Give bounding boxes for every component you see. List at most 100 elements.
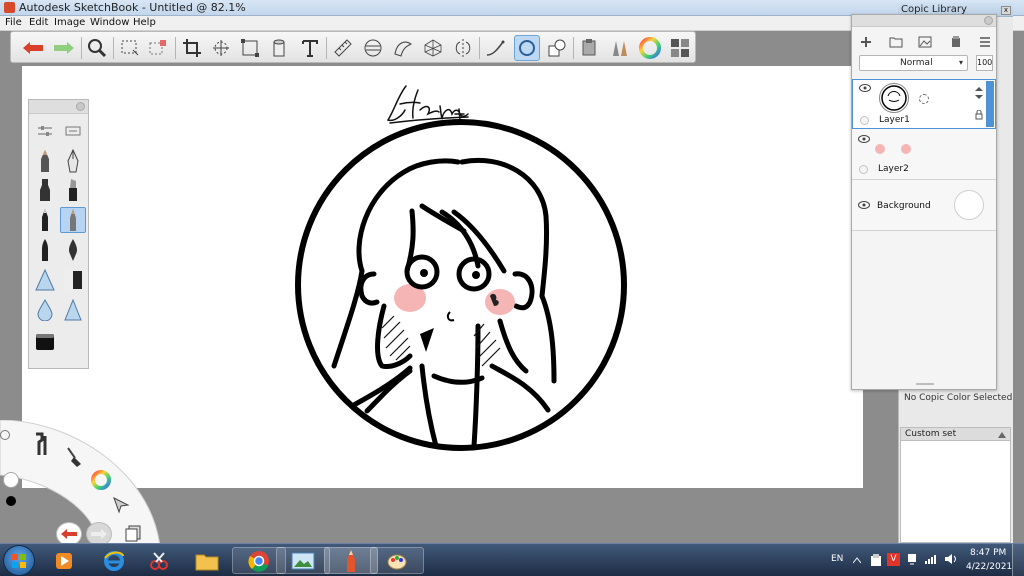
layer-editor-header[interactable] xyxy=(852,15,996,27)
lagoon-settings-icon[interactable] xyxy=(0,430,10,440)
airbrush-icon[interactable] xyxy=(32,267,58,293)
palette-icon[interactable] xyxy=(667,35,693,61)
eye-icon[interactable] xyxy=(858,201,870,209)
zoom-icon[interactable] xyxy=(84,35,110,61)
custom-set-label: Custom set xyxy=(905,429,957,439)
brush-palette-header[interactable] xyxy=(29,100,88,114)
ink-pen-icon[interactable] xyxy=(60,148,86,174)
move-layer-icon[interactable] xyxy=(974,86,984,103)
text-icon[interactable] xyxy=(297,35,323,61)
move-icon[interactable] xyxy=(208,35,234,61)
start-button[interactable] xyxy=(3,545,35,576)
language-indicator[interactable]: EN xyxy=(831,554,843,564)
ballpoint-icon[interactable] xyxy=(32,207,58,233)
windows-taskbar: EN V 8:47 PM 4/22/2021 xyxy=(0,543,1024,576)
copic-library-icon[interactable] xyxy=(577,35,603,61)
menu-help[interactable]: Help xyxy=(133,17,156,28)
brush-pen-icon[interactable] xyxy=(32,237,58,263)
layer-select-radio[interactable] xyxy=(860,116,869,125)
paint-icon[interactable] xyxy=(370,547,424,574)
file-explorer-icon[interactable] xyxy=(186,547,228,574)
marker-icon[interactable] xyxy=(32,177,58,203)
clock-date[interactable]: 4/22/2021 xyxy=(966,562,1012,572)
layer-select-radio[interactable] xyxy=(859,165,868,174)
fine-pen-icon[interactable] xyxy=(60,207,86,233)
brush-list-icon[interactable] xyxy=(60,118,86,144)
media-player-icon[interactable] xyxy=(46,547,82,574)
brush-palette xyxy=(28,99,89,369)
brush-size-puck[interactable] xyxy=(3,472,19,488)
tools-icon[interactable] xyxy=(33,432,51,459)
layer1-thumbnail xyxy=(879,83,909,113)
show-desktop-button[interactable] xyxy=(1012,544,1024,576)
brush-settings-icon[interactable] xyxy=(32,118,58,144)
layer-row-layer2[interactable]: Layer2 xyxy=(852,129,996,180)
custom-set-swatches[interactable] xyxy=(900,441,1011,543)
ellipse-guide-icon[interactable] xyxy=(360,35,386,61)
color-puck-black[interactable] xyxy=(6,496,16,506)
security-tray-icon[interactable] xyxy=(870,553,882,570)
layers-icon[interactable] xyxy=(124,524,142,545)
line-icon[interactable] xyxy=(482,35,508,61)
eraser-icon[interactable] xyxy=(60,267,86,293)
resize-grip[interactable] xyxy=(916,383,934,385)
eye-icon[interactable] xyxy=(858,135,870,143)
action-center-icon[interactable] xyxy=(906,553,918,568)
add-group-icon[interactable] xyxy=(886,34,906,50)
brush-library-icon[interactable] xyxy=(607,35,633,61)
color-wheel-icon[interactable] xyxy=(637,35,663,61)
antivirus-tray-icon[interactable]: V xyxy=(887,553,900,566)
symmetry-icon[interactable] xyxy=(450,35,476,61)
hard-eraser-icon[interactable] xyxy=(32,329,58,355)
menu-image[interactable]: Image xyxy=(54,17,85,28)
snipping-tool-icon[interactable] xyxy=(140,547,178,574)
crop-icon[interactable] xyxy=(179,35,205,61)
crop-select-icon[interactable] xyxy=(145,35,171,61)
close-icon[interactable] xyxy=(76,102,85,111)
close-icon[interactable] xyxy=(984,16,993,25)
add-image-icon[interactable] xyxy=(915,34,935,50)
custom-set-header[interactable]: Custom set xyxy=(900,427,1011,441)
layer-row-background[interactable]: Background xyxy=(852,180,996,231)
ellipse-icon[interactable] xyxy=(514,35,540,61)
select-icon[interactable] xyxy=(117,35,143,61)
layer-scroll-indicator[interactable] xyxy=(986,81,994,127)
redo-icon[interactable] xyxy=(51,35,77,61)
clock-time[interactable]: 8:47 PM xyxy=(970,548,1006,558)
menu-icon[interactable] xyxy=(975,34,995,50)
undo-icon[interactable] xyxy=(20,35,46,61)
menu-edit[interactable]: Edit xyxy=(29,17,48,28)
ruler-icon[interactable] xyxy=(330,35,356,61)
add-layer-icon[interactable] xyxy=(856,34,876,50)
sketchbook-app-icon xyxy=(4,2,15,13)
color-puck-icon[interactable] xyxy=(90,469,112,494)
blend-mode-select[interactable]: Normal ▾ xyxy=(859,55,968,71)
network-icon[interactable] xyxy=(924,553,938,568)
show-hidden-icons[interactable] xyxy=(852,555,862,568)
menu-window[interactable]: Window xyxy=(90,17,129,28)
photo-viewer-icon[interactable] xyxy=(276,547,330,574)
fill-icon[interactable] xyxy=(267,35,293,61)
perspective-icon[interactable] xyxy=(420,35,446,61)
select-arrow-icon[interactable] xyxy=(112,496,130,517)
layer-row-layer1[interactable]: Layer1 xyxy=(852,79,996,129)
clear-layer-icon[interactable] xyxy=(946,34,966,50)
lock-icon[interactable] xyxy=(975,109,983,123)
transform-icon[interactable] xyxy=(237,35,263,61)
shading-hatch xyxy=(381,315,501,367)
shape-icon[interactable] xyxy=(544,35,570,61)
eye-icon[interactable] xyxy=(859,84,871,92)
nib-pen-icon[interactable] xyxy=(60,237,86,263)
menu-file[interactable]: File xyxy=(5,17,22,28)
smear-icon[interactable] xyxy=(60,297,86,323)
blender-icon[interactable] xyxy=(32,297,58,323)
pencil-icon[interactable] xyxy=(32,148,58,174)
opacity-field[interactable]: 100 xyxy=(976,55,993,71)
brush-tool-icon[interactable] xyxy=(65,446,83,471)
internet-explorer-icon[interactable] xyxy=(95,547,133,574)
copic-close-button[interactable]: x xyxy=(1001,6,1011,15)
volume-icon[interactable] xyxy=(944,553,958,568)
background-color-swatch[interactable] xyxy=(954,190,984,220)
french-curve-icon[interactable] xyxy=(390,35,416,61)
chisel-marker-icon[interactable] xyxy=(60,177,86,203)
